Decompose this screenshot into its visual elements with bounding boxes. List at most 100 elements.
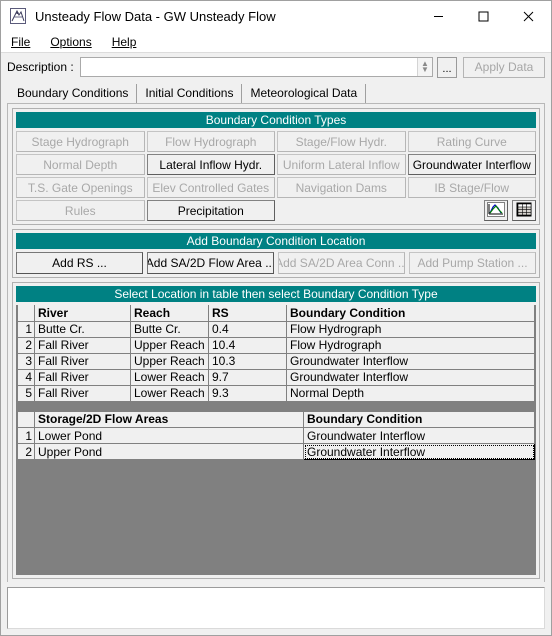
tab-boundary-conditions[interactable]: Boundary Conditions [9, 84, 138, 103]
boundary-condition-types-group: Boundary Condition Types Stage Hydrograp… [12, 108, 540, 225]
bc-button-ts-gate-openings[interactable]: T.S. Gate Openings [16, 177, 145, 198]
boundary-conditions-tables-group: Select Location in table then select Bou… [12, 282, 540, 579]
table-separator [17, 401, 535, 412]
bc-button-ib-stage-flow[interactable]: IB Stage/Flow [407, 177, 536, 198]
title-bar: Unsteady Flow Data - GW Unsteady Flow [1, 1, 551, 31]
bc-button-rating-curve[interactable]: Rating Curve [407, 131, 536, 152]
cell-boundary-condition-selected[interactable]: Groundwater Interflow [303, 443, 535, 460]
window-controls [416, 1, 551, 31]
spinner-down-icon: ▼ [421, 65, 429, 74]
menu-help-label: Help [111, 34, 137, 49]
add-rs-button[interactable]: Add RS ... [16, 252, 143, 274]
cell-river[interactable]: Butte Cr. [34, 320, 131, 338]
cell-boundary-condition[interactable]: Groundwater Interflow [286, 368, 535, 386]
cell-storage-area[interactable]: Upper Pond [34, 443, 304, 460]
table-row[interactable]: 2 Upper Pond Groundwater Interflow [17, 443, 535, 460]
boundary-condition-types-header: Boundary Condition Types [16, 112, 536, 128]
description-browse-button[interactable]: ... [437, 56, 457, 78]
maximize-button[interactable] [461, 1, 506, 31]
boundary-condition-types-grid: Stage Hydrograph Flow Hydrograph Stage/F… [16, 131, 536, 221]
add-pump-station-button[interactable]: Add Pump Station ... [409, 252, 536, 274]
menu-options[interactable]: Options [48, 33, 100, 51]
bc-button-uniform-lateral-inflow[interactable]: Uniform Lateral Inflow [277, 154, 406, 175]
grid-area[interactable]: River Reach RS Boundary Condition 1 Butt… [16, 305, 536, 575]
cell-rs[interactable]: 10.4 [208, 336, 287, 354]
row-number: 1 [17, 320, 35, 338]
table-row[interactable]: 2 Fall River Upper Reach 10.4 Flow Hydro… [17, 336, 535, 354]
cell-rs[interactable]: 0.4 [208, 320, 287, 338]
bc-button-lateral-inflow-hydr[interactable]: Lateral Inflow Hydr. [146, 154, 275, 175]
bc-button-groundwater-interflow[interactable]: Groundwater Interflow [407, 154, 536, 175]
cell-river[interactable]: Fall River [34, 368, 131, 386]
bc-button-flow-hydrograph[interactable]: Flow Hydrograph [146, 131, 275, 152]
unsteady-flow-data-window: Unsteady Flow Data - GW Unsteady Flow Fi… [0, 0, 552, 636]
table-row[interactable]: 3 Fall River Upper Reach 10.3 Groundwate… [17, 352, 535, 370]
storage-areas-table: Storage/2D Flow Areas Boundary Condition… [17, 411, 535, 460]
row-number: 5 [17, 384, 35, 402]
description-label: Description : [7, 60, 74, 74]
add-sa-2d-area-conn-button[interactable]: Add SA/2D Area Conn ... [278, 252, 405, 274]
plot-graph-icon-button[interactable] [484, 200, 508, 221]
boundary-conditions-panel: Boundary Condition Types Stage Hydrograp… [7, 103, 545, 582]
bc-button-navigation-dams[interactable]: Navigation Dams [277, 177, 406, 198]
menu-file-label: File [11, 34, 31, 49]
row-number: 2 [17, 443, 35, 460]
description-input[interactable] [80, 58, 417, 76]
locations-table: River Reach RS Boundary Condition 1 Butt… [17, 305, 535, 402]
add-sa-2d-flow-area-button[interactable]: Add SA/2D Flow Area ... [147, 252, 274, 274]
cell-river[interactable]: Fall River [34, 352, 131, 370]
locations-col-rownum [17, 305, 35, 322]
menu-file[interactable]: File [9, 33, 39, 51]
bc-button-normal-depth[interactable]: Normal Depth [16, 154, 145, 175]
row-number: 2 [17, 336, 35, 354]
description-row: Description : ▲ ▼ ... Apply Data [1, 53, 551, 81]
bc-button-stage-flow-hydr[interactable]: Stage/Flow Hydr. [277, 131, 406, 152]
hec-ras-icon [9, 7, 27, 25]
cell-reach[interactable]: Butte Cr. [130, 320, 209, 338]
cell-rs[interactable]: 9.3 [208, 384, 287, 402]
select-location-header: Select Location in table then select Bou… [16, 286, 536, 302]
status-message-box [7, 587, 545, 629]
table-row[interactable]: 1 Lower Pond Groundwater Interflow [17, 427, 535, 444]
bc-button-precipitation[interactable]: Precipitation [146, 200, 275, 221]
window-title: Unsteady Flow Data - GW Unsteady Flow [35, 8, 276, 24]
bc-grid-spacer [277, 200, 406, 221]
description-spinner[interactable]: ▲ ▼ [417, 58, 432, 76]
apply-data-button[interactable]: Apply Data [463, 56, 545, 78]
add-location-buttons: Add RS ... Add SA/2D Flow Area ... Add S… [16, 252, 536, 274]
cell-rs[interactable]: 9.7 [208, 368, 287, 386]
cell-reach[interactable]: Lower Reach [130, 384, 209, 402]
storage-col-rownum [17, 411, 35, 428]
bc-button-stage-hydrograph[interactable]: Stage Hydrograph [16, 131, 145, 152]
table-row[interactable]: 5 Fall River Lower Reach 9.3 Normal Dept… [17, 384, 535, 402]
cell-boundary-condition[interactable]: Flow Hydrograph [286, 320, 535, 338]
table-row[interactable]: 4 Fall River Lower Reach 9.7 Groundwater… [17, 368, 535, 386]
cell-reach[interactable]: Upper Reach [130, 336, 209, 354]
table-row[interactable]: 1 Butte Cr. Butte Cr. 0.4 Flow Hydrograp… [17, 320, 535, 338]
bc-button-rules[interactable]: Rules [16, 200, 145, 221]
table-grid-icon [516, 202, 532, 220]
storage-col-areas: Storage/2D Flow Areas [34, 411, 304, 428]
cell-boundary-condition[interactable]: Groundwater Interflow [303, 427, 535, 444]
cell-boundary-condition[interactable]: Flow Hydrograph [286, 336, 535, 354]
menu-help[interactable]: Help [110, 33, 146, 51]
cell-river[interactable]: Fall River [34, 336, 131, 354]
bc-button-elev-controlled-gates[interactable]: Elev Controlled Gates [146, 177, 275, 198]
cell-boundary-condition[interactable]: Groundwater Interflow [286, 352, 535, 370]
storage-table-header-row: Storage/2D Flow Areas Boundary Condition [17, 411, 535, 428]
close-button[interactable] [506, 1, 551, 31]
tab-meteorological-data[interactable]: Meteorological Data [242, 84, 367, 103]
cell-reach[interactable]: Upper Reach [130, 352, 209, 370]
cell-rs[interactable]: 10.3 [208, 352, 287, 370]
cell-boundary-condition[interactable]: Normal Depth [286, 384, 535, 402]
tab-initial-conditions[interactable]: Initial Conditions [137, 84, 243, 103]
table-grid-icon-button[interactable] [512, 200, 536, 221]
cell-river[interactable]: Fall River [34, 384, 131, 402]
row-number: 3 [17, 352, 35, 370]
add-boundary-condition-location-group: Add Boundary Condition Location Add RS .… [12, 229, 540, 278]
locations-col-river: River [34, 305, 131, 322]
minimize-button[interactable] [416, 1, 461, 31]
cell-storage-area[interactable]: Lower Pond [34, 427, 304, 444]
cell-reach[interactable]: Lower Reach [130, 368, 209, 386]
description-input-wrap: ▲ ▼ [79, 57, 433, 77]
